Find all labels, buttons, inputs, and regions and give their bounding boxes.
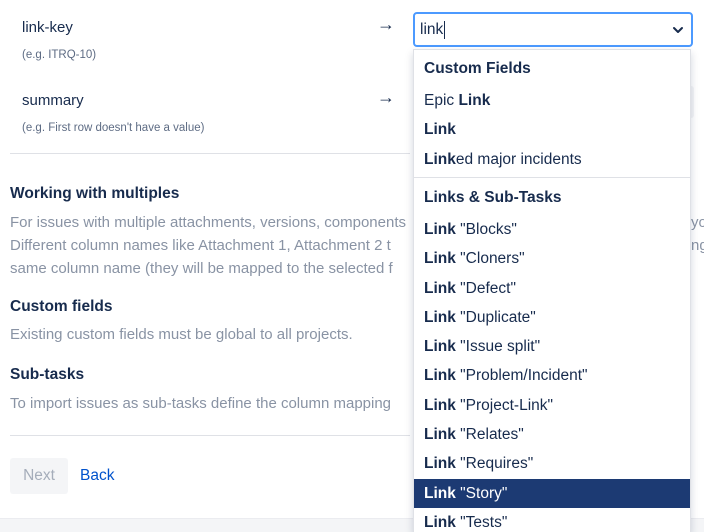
text-caret bbox=[444, 20, 446, 39]
dropdown-option[interactable]: Epic Link bbox=[414, 86, 690, 115]
back-button[interactable]: Back bbox=[78, 458, 116, 494]
option-match-highlight: Link bbox=[424, 396, 456, 414]
option-suffix: "Requires" bbox=[455, 454, 534, 472]
divider bbox=[10, 435, 410, 436]
section-text-multiples-line2: Different column names like Attachment 1… bbox=[10, 237, 391, 254]
group-separator bbox=[414, 176, 690, 178]
option-match-highlight: Link bbox=[424, 150, 456, 168]
section-heading-multiples: Working with multiples bbox=[10, 185, 180, 202]
dropdown-group-heading: Custom Fields bbox=[424, 60, 531, 77]
select-dropdown-menu: Custom Fields Epic Link Link Link ed major i… bbox=[413, 49, 691, 532]
section-heading-subtasks: Sub-tasks bbox=[10, 366, 85, 383]
arrow-right-icon: → bbox=[377, 14, 395, 34]
option-suffix: "Blocks" bbox=[455, 220, 517, 238]
option-suffix: "Issue split" bbox=[455, 337, 541, 355]
field-example: (e.g. ITRQ-10) bbox=[22, 49, 97, 61]
option-suffix: "Cloners" bbox=[455, 249, 525, 267]
option-suffix: "Problem/Incident" bbox=[455, 366, 588, 384]
option-suffix: "Relates" bbox=[455, 425, 524, 443]
dropdown-option[interactable]: Link "Defect" bbox=[414, 274, 690, 303]
option-suffix: "Tests" bbox=[455, 513, 508, 531]
section-text-overflow-tail: ng bbox=[691, 237, 704, 254]
dropdown-option[interactable]: Link ed major incidents bbox=[414, 145, 690, 174]
option-match-highlight: Link bbox=[458, 91, 491, 109]
option-prefix: Epic bbox=[424, 91, 459, 109]
dropdown-option[interactable]: Link "Cloners" bbox=[414, 244, 690, 273]
chevron-down-icon[interactable] bbox=[671, 23, 685, 37]
option-match-highlight: Link bbox=[424, 249, 456, 267]
section-text-multiples-line1: For issues with multiple attachments, ve… bbox=[10, 214, 406, 231]
dropdown-option[interactable]: Link "Project-Link" bbox=[414, 391, 690, 420]
option-match-highlight: Link bbox=[424, 308, 456, 326]
field-name: summary bbox=[22, 92, 84, 109]
option-match-highlight: Link bbox=[424, 366, 456, 384]
dropdown-option[interactable]: Link "Issue split" bbox=[414, 332, 690, 361]
dropdown-option[interactable]: Link "Problem/Incident" bbox=[414, 361, 690, 390]
option-match-highlight: Link bbox=[424, 220, 456, 238]
option-match-highlight: Link bbox=[424, 513, 456, 531]
option-suffix: ed major incidents bbox=[455, 150, 582, 168]
dropdown-option[interactable]: Link "Requires" bbox=[414, 449, 690, 478]
section-heading-custom-fields: Custom fields bbox=[10, 298, 113, 315]
mapping-row-link-key: link-key (e.g. ITRQ-10) → bbox=[0, 0, 410, 70]
divider bbox=[10, 153, 410, 154]
dropdown-option[interactable]: Link "Story" bbox=[414, 479, 690, 508]
option-suffix: "Story" bbox=[455, 484, 508, 502]
link-key-mapping-select[interactable]: link bbox=[413, 12, 693, 47]
dropdown-option[interactable]: Link "Relates" bbox=[414, 420, 690, 449]
dropdown-option[interactable]: Link "Duplicate" bbox=[414, 303, 690, 332]
option-suffix: "Duplicate" bbox=[455, 308, 536, 326]
option-suffix: "Defect" bbox=[455, 279, 516, 297]
dropdown-group-heading: Links & Sub-Tasks bbox=[424, 188, 562, 206]
dropdown-option[interactable]: Link bbox=[414, 115, 690, 144]
section-text-multiples-line3: same column name (they will be mapped to… bbox=[10, 260, 393, 277]
option-suffix: "Project-Link" bbox=[455, 396, 554, 414]
option-match-highlight: Link bbox=[424, 484, 456, 502]
option-match-highlight: Link bbox=[424, 120, 456, 138]
option-match-highlight: Link bbox=[424, 454, 456, 472]
section-text-custom-fields: Existing custom fields must be global to… bbox=[10, 326, 353, 343]
arrow-right-icon: → bbox=[377, 87, 395, 107]
option-match-highlight: Link bbox=[424, 425, 456, 443]
dropdown-option[interactable]: Link "Blocks" bbox=[414, 215, 690, 244]
mapping-row-summary: summary (e.g. First row doesn't have a v… bbox=[0, 72, 410, 142]
section-text-subtasks: To import issues as sub-tasks define the… bbox=[10, 395, 392, 412]
section-text-overflow-tail: yo bbox=[691, 214, 704, 231]
option-match-highlight: Link bbox=[424, 337, 456, 355]
option-match-highlight: Link bbox=[424, 279, 456, 297]
field-example: (e.g. First row doesn't have a value) bbox=[22, 122, 205, 134]
select-search-value[interactable]: link bbox=[420, 21, 443, 39]
next-button[interactable]: Next bbox=[10, 458, 68, 494]
dropdown-option[interactable]: Link "Tests" bbox=[414, 508, 690, 532]
field-name: link-key bbox=[22, 19, 73, 36]
